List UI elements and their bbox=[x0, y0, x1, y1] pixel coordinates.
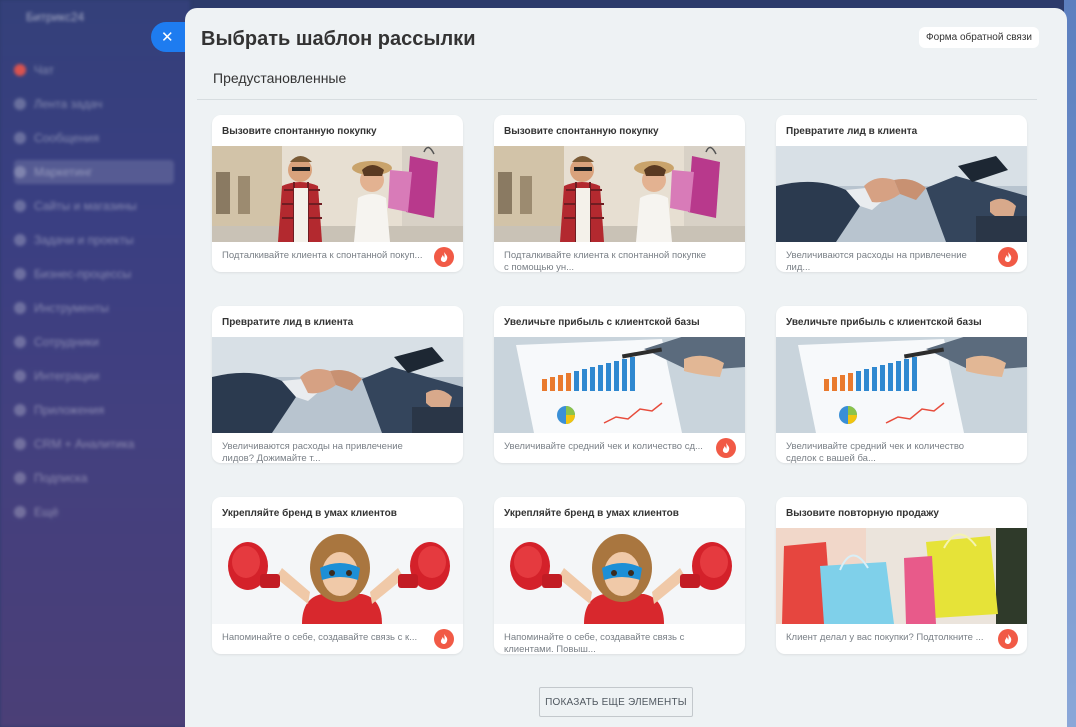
template-card-title: Вызовите повторную продажу bbox=[786, 508, 939, 519]
bg-sidebar-item: Чат bbox=[14, 58, 174, 82]
hot-template-icon bbox=[716, 438, 736, 458]
template-card[interactable]: Укрепляйте бренд в умах клиентов Напомин… bbox=[212, 497, 463, 654]
boxer-child-image bbox=[494, 528, 745, 624]
template-card-title: Укрепляйте бренд в умах клиентов bbox=[504, 508, 679, 519]
bg-sidebar-item: Подписка bbox=[14, 466, 174, 490]
feedback-form-button[interactable]: Форма обратной связи bbox=[919, 27, 1039, 48]
template-card[interactable]: Вызовите повторную продажу Клиент делал … bbox=[776, 497, 1027, 654]
template-card-description: Подталкивайте клиента к спонтанной покуп… bbox=[504, 250, 707, 272]
template-card-description: Клиент делал у вас покупки? Подтолкните … bbox=[786, 632, 984, 643]
template-card-title: Превратите лид в клиента bbox=[786, 126, 918, 137]
bg-sidebar-item: Приложения bbox=[14, 398, 174, 422]
template-card[interactable]: Укрепляйте бренд в умах клиентов Напомин… bbox=[494, 497, 745, 654]
template-card-description: Увеличивайте средний чек и количество сд… bbox=[786, 441, 965, 463]
hot-template-icon bbox=[434, 247, 454, 267]
charts-image bbox=[494, 337, 745, 433]
template-picker-panel: Выбрать шаблон рассылки Форма обратной с… bbox=[185, 8, 1067, 727]
show-more-button[interactable]: ПОКАЗАТЬ ЕЩЕ ЭЛЕМЕНТЫ bbox=[539, 687, 693, 717]
template-card-title: Вызовите спонтанную покупку bbox=[222, 126, 377, 137]
template-card-description: Напоминайте о себе, создавайте связь с к… bbox=[504, 632, 685, 654]
template-card-description: Подталкивайте клиента к спонтанной покуп… bbox=[222, 250, 423, 261]
handshake-image bbox=[212, 337, 463, 433]
template-card-description: Увеличивайте средний чек и количество сд… bbox=[504, 441, 703, 452]
bg-sidebar-item: Интеграции bbox=[14, 364, 174, 388]
bg-sidebar-item: Бизнес-процессы bbox=[14, 262, 174, 286]
section-heading-preset: Предустановленные bbox=[197, 64, 1037, 100]
template-card-description: Увеличиваются расходы на привлечение лид… bbox=[786, 250, 967, 272]
hot-template-icon bbox=[998, 629, 1018, 649]
hot-template-icon bbox=[434, 629, 454, 649]
background-portal-title: Битрикс24 bbox=[26, 10, 85, 24]
template-card[interactable]: Увеличьте прибыль с клиентской базы Увел… bbox=[776, 306, 1027, 463]
template-card-title: Увеличьте прибыль с клиентской базы bbox=[786, 317, 982, 328]
template-grid: Вызовите спонтанную покупку Подталкивайт… bbox=[212, 115, 1027, 654]
charts-image bbox=[776, 337, 1027, 433]
bg-sidebar-item: Сотрудники bbox=[14, 330, 174, 354]
template-card-title: Увеличьте прибыль с клиентской базы bbox=[504, 317, 700, 328]
bg-sidebar-item: Маркетинг bbox=[14, 160, 174, 184]
template-card[interactable]: Увеличьте прибыль с клиентской базы Увел… bbox=[494, 306, 745, 463]
shopping-bags-image bbox=[776, 528, 1027, 624]
page-title: Выбрать шаблон рассылки bbox=[201, 28, 476, 50]
bg-sidebar-item: Сообщения bbox=[14, 126, 174, 150]
boxer-child-image bbox=[212, 528, 463, 624]
template-card[interactable]: Вызовите спонтанную покупку Подталкивайт… bbox=[494, 115, 745, 272]
template-card-description: Напоминайте о себе, создавайте связь с к… bbox=[222, 632, 418, 643]
template-card-title: Превратите лид в клиента bbox=[222, 317, 354, 328]
background-sidebar: Битрикс24 Чат Лента задач Сообщения Марк… bbox=[0, 0, 190, 727]
bg-sidebar-item: Сайты и магазины bbox=[14, 194, 174, 218]
hot-template-icon bbox=[998, 247, 1018, 267]
template-card-title: Укрепляйте бренд в умах клиентов bbox=[222, 508, 397, 519]
template-card[interactable]: Вызовите спонтанную покупку Подталкивайт… bbox=[212, 115, 463, 272]
shoppers-image bbox=[212, 146, 463, 242]
template-card-title: Вызовите спонтанную покупку bbox=[504, 126, 659, 137]
template-card[interactable]: Превратите лид в клиента Увеличиваются р… bbox=[212, 306, 463, 463]
handshake-image bbox=[776, 146, 1027, 242]
shoppers-image bbox=[494, 146, 745, 242]
bg-sidebar-item: Задачи и проекты bbox=[14, 228, 174, 252]
bg-sidebar-item: CRM + Аналитика bbox=[14, 432, 174, 456]
bg-sidebar-item: Ещё bbox=[14, 500, 174, 524]
template-card[interactable]: Превратите лид в клиента Увеличиваются р… bbox=[776, 115, 1027, 272]
bg-sidebar-item: Лента задач bbox=[14, 92, 174, 116]
bg-sidebar-item: Инструменты bbox=[14, 296, 174, 320]
template-card-description: Увеличиваются расходы на привлечение лид… bbox=[222, 441, 403, 463]
close-icon: ✕ bbox=[161, 28, 174, 46]
